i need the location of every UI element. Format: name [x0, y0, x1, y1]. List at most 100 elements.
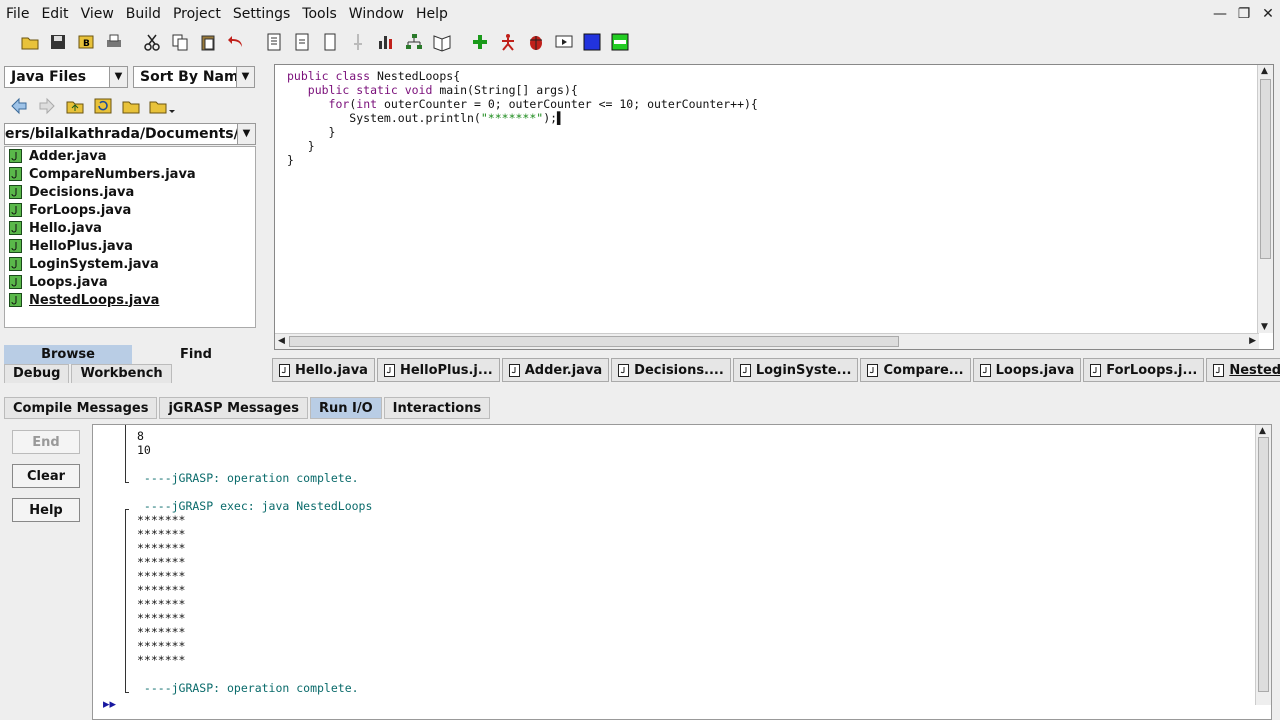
pin-icon[interactable] — [346, 30, 370, 54]
green-panel-icon[interactable] — [608, 30, 632, 54]
file-item-selected[interactable]: NestedLoops.java — [5, 291, 255, 309]
save-icon[interactable] — [46, 30, 70, 54]
step-icon[interactable] — [552, 30, 576, 54]
refresh-icon[interactable] — [90, 93, 116, 119]
tab-adder[interactable]: Adder.java — [501, 358, 610, 382]
file-item[interactable]: Decisions.java — [5, 183, 255, 201]
file-item[interactable]: Adder.java — [5, 147, 255, 165]
tab-forloops[interactable]: ForLoops.j... — [1083, 358, 1205, 382]
menu-project[interactable]: Project — [167, 0, 227, 28]
tab-loginsystem[interactable]: LoginSyste... — [732, 358, 859, 382]
tab-debug[interactable]: Debug — [4, 364, 70, 383]
cut-icon[interactable] — [140, 30, 164, 54]
tab-helloplus[interactable]: HelloPlus.j... — [376, 358, 500, 382]
code-text[interactable]: public class NestedLoops{ public static … — [287, 69, 758, 167]
file-item[interactable]: HelloPlus.java — [5, 237, 255, 255]
run-io-console[interactable]: 810​ ----jGRASP: operation complete.​ --… — [92, 424, 1272, 720]
tab-label: HelloPlus.j... — [399, 362, 493, 378]
vertical-splitter[interactable] — [262, 60, 270, 382]
menu-view[interactable]: View — [75, 0, 120, 28]
folder-menu-icon[interactable] — [146, 93, 180, 119]
minimize-icon[interactable]: — — [1208, 4, 1232, 24]
restore-icon[interactable]: ❐ — [1232, 4, 1256, 24]
file-item[interactable]: LoginSystem.java — [5, 255, 255, 273]
copy-icon[interactable] — [168, 30, 192, 54]
tab-browse[interactable]: Browse — [4, 345, 132, 364]
menu-file[interactable]: File — [0, 0, 35, 28]
up-folder-icon[interactable] — [62, 93, 88, 119]
editor-vertical-scrollbar[interactable]: ▲ ▼ — [1257, 65, 1273, 333]
menu-settings[interactable]: Settings — [227, 0, 296, 28]
tab-comparenumbers[interactable]: Compare... — [860, 358, 971, 382]
end-button[interactable]: End — [12, 430, 80, 454]
editor-horizontal-scrollbar[interactable]: ◀ ▶ — [275, 333, 1259, 349]
java-file-icon — [979, 363, 991, 377]
file-item[interactable]: Loops.java — [5, 273, 255, 291]
tab-workbench[interactable]: Workbench — [71, 364, 172, 383]
tab-decisions[interactable]: Decisions.... — [611, 358, 731, 382]
tab-label: NestedLo... — [1229, 362, 1280, 378]
file-item[interactable]: ForLoops.java — [5, 201, 255, 219]
back-arrow-icon[interactable] — [6, 93, 32, 119]
tab-run-io[interactable]: Run I/O — [309, 397, 382, 419]
file-item[interactable]: CompareNumbers.java — [5, 165, 255, 183]
menu-build[interactable]: Build — [120, 0, 167, 28]
help-button[interactable]: Help — [12, 498, 80, 522]
file-item[interactable]: Hello.java — [5, 219, 255, 237]
menu-help[interactable]: Help — [410, 0, 454, 28]
console-line: ******* — [137, 541, 186, 555]
menu-tools[interactable]: Tools — [296, 0, 343, 28]
file-list: Adder.java CompareNumbers.java Decisions… — [4, 146, 256, 328]
add-icon[interactable] — [468, 30, 492, 54]
save-all-icon[interactable]: B — [74, 30, 98, 54]
scroll-right-icon[interactable]: ▶ — [1249, 336, 1256, 346]
tab-nestedloops[interactable]: NestedLo... — [1206, 358, 1280, 382]
close-icon[interactable]: ✕ — [1256, 4, 1280, 24]
clear-button[interactable]: Clear — [12, 464, 80, 488]
path-select[interactable]: ers/bilalkathrada/Documents/java ▼ — [4, 123, 256, 145]
debug-workbench-tabs: Debug Workbench — [4, 364, 174, 383]
scroll-up-icon[interactable]: ▲ — [1261, 66, 1268, 76]
chevron-down-icon[interactable]: ▼ — [237, 124, 255, 144]
page3-icon[interactable] — [318, 30, 342, 54]
home-folder-icon[interactable] — [118, 93, 144, 119]
tab-jgrasp-messages[interactable]: jGRASP Messages — [159, 397, 308, 419]
tree-icon[interactable] — [402, 30, 426, 54]
file-type-select[interactable]: Java Files ▼ — [4, 66, 128, 88]
code-editor[interactable]: public class NestedLoops{ public static … — [274, 64, 1274, 350]
blue-square-icon[interactable] — [580, 30, 604, 54]
sort-select[interactable]: Sort By Name ▼ — [133, 66, 255, 88]
book-icon[interactable] — [430, 30, 454, 54]
paste-icon[interactable] — [196, 30, 220, 54]
tab-compile-messages[interactable]: Compile Messages — [4, 397, 158, 419]
chevron-down-icon[interactable]: ▼ — [236, 67, 254, 87]
chevron-down-icon[interactable]: ▼ — [109, 67, 127, 87]
debug-icon[interactable] — [524, 30, 548, 54]
chart-icon[interactable] — [374, 30, 398, 54]
open-folder-icon[interactable] — [18, 30, 42, 54]
scroll-thumb[interactable] — [289, 336, 899, 347]
forward-arrow-icon[interactable] — [34, 93, 60, 119]
menu-window[interactable]: Window — [343, 0, 410, 28]
console-output: 810​ ----jGRASP: operation complete.​ --… — [137, 429, 372, 695]
menu-edit[interactable]: Edit — [35, 0, 74, 28]
page-icon[interactable] — [262, 30, 286, 54]
page2-icon[interactable] — [290, 30, 314, 54]
scroll-thumb[interactable] — [1258, 437, 1269, 692]
scroll-up-icon[interactable]: ▲ — [1259, 426, 1266, 436]
console-vertical-scrollbar[interactable]: ▲ — [1255, 425, 1271, 705]
tab-hello[interactable]: Hello.java — [272, 358, 375, 382]
tab-loops[interactable]: Loops.java — [972, 358, 1082, 382]
tab-interactions[interactable]: Interactions — [383, 397, 491, 419]
undo-icon[interactable] — [224, 30, 248, 54]
java-file-icon — [9, 203, 22, 217]
path-value: ers/bilalkathrada/Documents/java — [5, 126, 256, 142]
tab-find[interactable]: Find — [132, 345, 260, 364]
file-name: Hello.java — [29, 220, 102, 236]
print-icon[interactable] — [102, 30, 126, 54]
scroll-down-icon[interactable]: ▼ — [1261, 322, 1268, 332]
run-icon[interactable] — [496, 30, 520, 54]
code-line: public class NestedLoops{ — [287, 69, 461, 83]
scroll-thumb[interactable] — [1260, 79, 1271, 259]
scroll-left-icon[interactable]: ◀ — [278, 336, 285, 346]
